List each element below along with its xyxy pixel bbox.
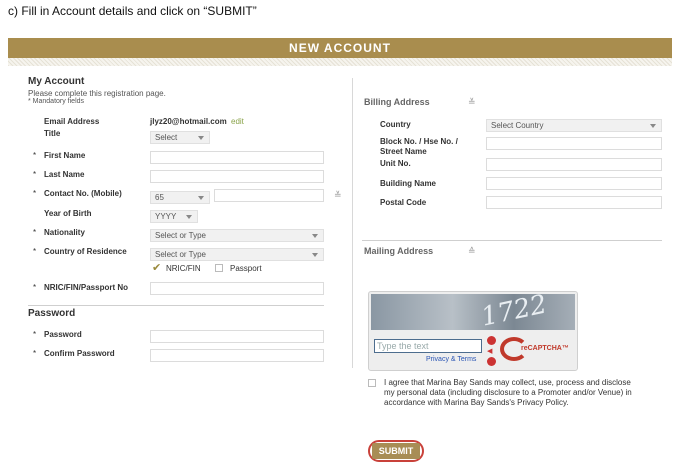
nric-label: NRIC/FIN/Passport No [44,283,129,292]
last-name-label: Last Name [44,170,85,179]
mailing-divider [362,240,662,241]
billing-country-label: Country [380,120,411,129]
chevron-down-icon[interactable]: ≚ [468,97,476,108]
required-star: * [33,247,37,256]
banner-hatch [8,58,672,66]
checkmark-icon: ✔ [152,262,162,274]
confirm-password-label: Confirm Password [44,349,115,358]
audio-icon[interactable]: ◀ [487,347,492,355]
email-label: Email Address [44,117,100,126]
required-star: * [33,228,37,237]
chevron-down-icon [650,124,656,128]
password-label: Password [44,330,82,339]
passport-option[interactable]: Passport [230,264,262,273]
required-star: * [33,170,37,179]
residence-label: Country of Residence [44,247,127,256]
first-name-label: First Name [44,151,86,160]
required-star: * [33,330,37,339]
new-account-banner: NEW ACCOUNT [8,38,672,58]
residence-select-value: Select or Type [155,250,206,259]
title-select-value: Select [155,133,178,142]
unit-input[interactable] [486,158,662,171]
chevron-down-icon [198,196,204,200]
title-select[interactable]: Select [150,131,210,144]
refresh-icon[interactable] [487,336,496,345]
country-code-value: 65 [155,193,164,202]
required-star: * [33,283,37,292]
email-value: jlyz20@hotmail.com [150,117,227,126]
contact-label: Contact No. (Mobile) [44,189,122,198]
chevron-down-icon [312,253,318,257]
postal-input[interactable] [486,196,662,209]
contact-number-input[interactable] [214,189,324,202]
unit-label: Unit No. [380,159,411,168]
email-edit-link[interactable]: edit [231,117,244,126]
recaptcha-brand: reCAPTCHA™ [521,345,569,352]
nric-option[interactable]: NRIC/FIN [166,264,201,273]
block-label: Block No. / Hse No. / Street Name [380,137,458,156]
last-name-input[interactable] [150,170,324,183]
mailing-heading: Mailing Address [364,246,434,256]
country-code-select[interactable]: 65 [150,191,210,204]
block-input[interactable] [486,137,662,150]
chevron-down-icon [312,234,318,238]
year-label: Year of Birth [44,209,92,218]
password-heading: Password [28,308,76,319]
nationality-label: Nationality [44,228,85,237]
submit-button[interactable]: SUBMIT [372,443,420,459]
captcha-input[interactable]: Type the text [374,339,482,353]
intro-text: Please complete this registration page. [28,89,166,98]
year-select[interactable]: YYYY [150,210,198,223]
password-divider [28,305,324,306]
billing-heading: Billing Address [364,97,430,107]
captcha-word: 1722 [478,294,550,330]
mandatory-note: * Mandatory fields [28,98,85,105]
first-name-input[interactable] [150,151,324,164]
captcha-image: 1722 [371,294,575,330]
nationality-select[interactable]: Select or Type [150,229,324,242]
chevron-down-icon [198,136,204,140]
postal-label: Postal Code [380,198,427,207]
confirm-password-input[interactable] [150,349,324,362]
chevron-down-icon [186,215,192,219]
password-input[interactable] [150,330,324,343]
help-icon[interactable] [487,357,496,366]
agree-checkbox[interactable] [368,379,376,387]
required-star: * [33,151,37,160]
column-divider [352,78,353,368]
building-input[interactable] [486,177,662,190]
residence-select[interactable]: Select or Type [150,248,324,261]
banner-title: NEW ACCOUNT [289,41,391,55]
nric-input[interactable] [150,282,324,295]
year-select-value: YYYY [155,212,177,221]
nationality-select-value: Select or Type [155,231,206,240]
instruction-caption: c) Fill in Account details and click on … [8,4,257,18]
passport-checkbox[interactable] [215,264,223,272]
agree-text: I agree that Marina Bay Sands may collec… [384,378,632,407]
chevron-up-icon[interactable]: ≙ [468,246,476,257]
billing-country-select[interactable]: Select Country [486,119,662,132]
required-star: * [33,349,37,358]
collapse-chevron-icon[interactable]: ≚ [334,190,342,201]
required-star: * [33,189,37,198]
building-label: Building Name [380,179,437,188]
privacy-terms-link[interactable]: Privacy & Terms [426,356,476,363]
billing-country-value: Select Country [491,121,544,130]
my-account-heading: My Account [28,76,85,87]
title-label: Title [44,129,61,138]
